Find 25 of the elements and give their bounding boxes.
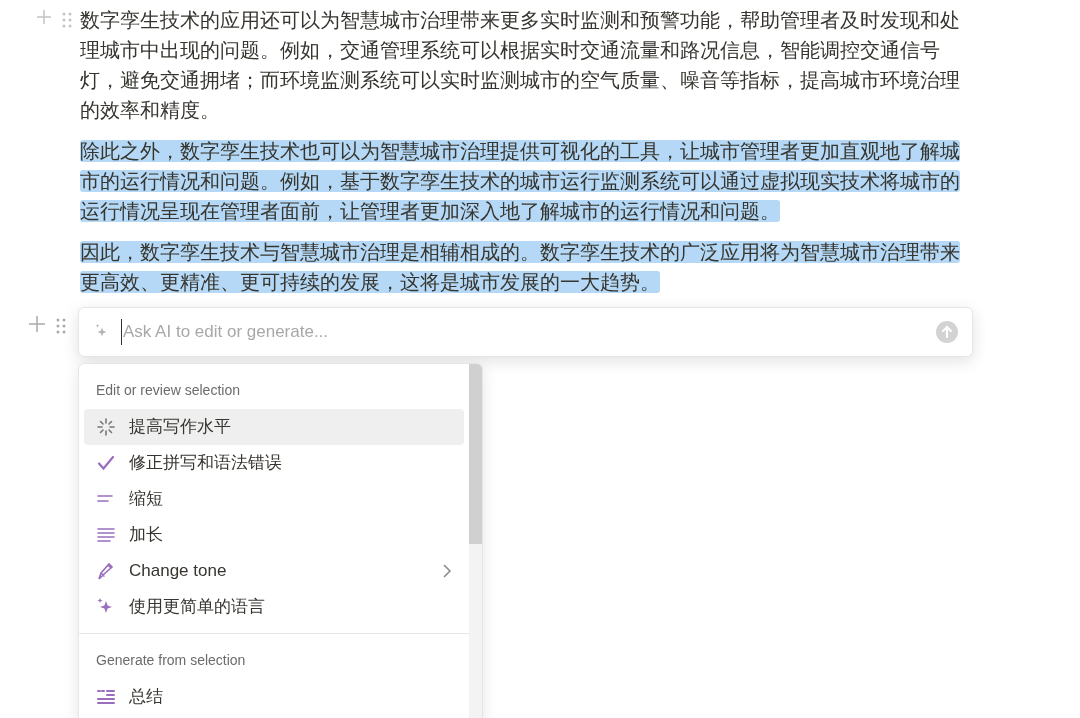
menu-item[interactable]: 缩短 <box>84 481 464 517</box>
long-lines-icon <box>96 525 116 545</box>
plus-icon[interactable] <box>36 9 52 25</box>
menu-item[interactable]: 总结 <box>84 679 464 715</box>
scrollbar-track[interactable] <box>469 364 482 718</box>
menu-item[interactable]: 使用更简单的语言 <box>84 589 464 625</box>
prompt-input-field[interactable]: Ask AI to edit or generate... <box>121 319 926 345</box>
menu-section-heading: Edit or review selection <box>95 381 241 400</box>
pen-icon <box>96 561 116 581</box>
menu-item[interactable]: 提高写作水平 <box>84 409 464 445</box>
paragraph-text: 数字孪生技术的应用还可以为智慧城市治理带来更多实时监测和预警功能，帮助管理者及时发现和处 理城市中出现的问题。例如，交通管理系统可以根据实时交通流量和路况信息，智能调控交通信号 灯，避免交通拥堵；而环境监测系统可以实时监测城市的空气质量、噪音等指标，提高城市环境治理 的效率和精度。 <box>80 8 960 123</box>
ai-prompt-field[interactable]: Ask AI to edit or generate... <box>78 307 973 357</box>
paragraph-text: 除此之外，数字孪生技术也可以为智慧城市治理提供可视化的工具，让城市管理者更加直观地了解城 市的运行情况和问题。例如，基于数字孪生技术的城市运行监测系统可以通过虚拟现实技术将城市的 运行情况呈现在管理者面前，让管理者更加深入地了解城市的运行情况和问题。 <box>80 139 960 224</box>
sparkle-burst-icon <box>96 417 116 437</box>
drag-handle-icon[interactable] <box>62 12 72 28</box>
checkmark-icon <box>96 453 116 473</box>
menu-section-heading: Generate from selection <box>95 651 247 670</box>
menu-item[interactable]: 修正拼写和语法错误 <box>84 445 464 481</box>
menu-item[interactable]: Change tone <box>84 553 464 589</box>
menu-item[interactable]: 加长 <box>84 517 464 553</box>
summary-icon <box>96 687 116 707</box>
scrollbar-thumb[interactable] <box>469 364 482 544</box>
paragraph-text: 因此，数字孪生技术与智慧城市治理是相辅相成的。数字孪生技术的广泛应用将为智慧城市治理带来 更高效、更精准、更可持续的发展，这将是城市发展的一大趋势。 <box>80 240 960 295</box>
plus-icon[interactable] <box>28 315 46 333</box>
drag-handle-icon[interactable] <box>56 318 66 334</box>
